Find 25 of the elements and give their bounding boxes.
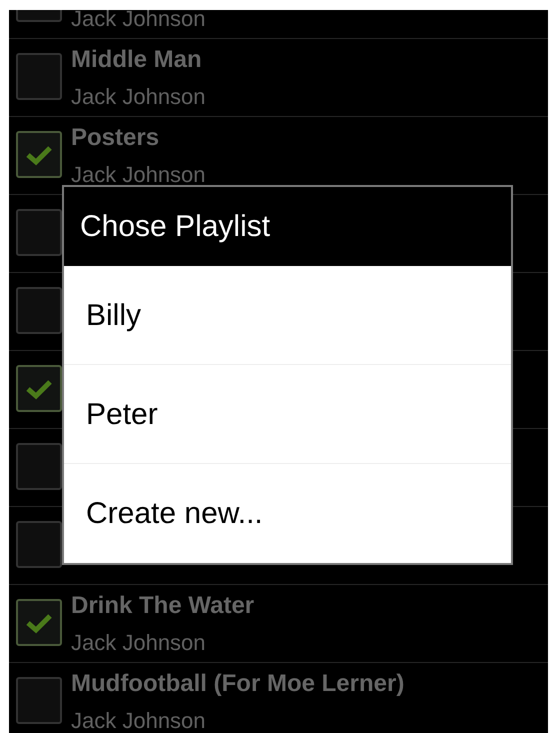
checkbox[interactable] bbox=[16, 521, 62, 568]
artist-name: Jack Johnson bbox=[71, 10, 206, 33]
song-title: Mudfootball (For Moe Lerner) bbox=[71, 670, 404, 697]
checkbox[interactable] bbox=[16, 599, 62, 646]
checkbox[interactable] bbox=[16, 131, 62, 178]
artist-name: Jack Johnson bbox=[71, 83, 206, 111]
checkbox[interactable] bbox=[16, 677, 62, 724]
playlist-option[interactable]: Create new... bbox=[64, 464, 511, 563]
dialog-title: Chose Playlist bbox=[80, 209, 270, 245]
song-title: Drink The Water bbox=[71, 592, 254, 619]
checkmark-icon bbox=[25, 378, 53, 400]
checkbox[interactable] bbox=[16, 209, 62, 256]
song-title: Middle Man bbox=[71, 46, 202, 73]
playlist-option[interactable]: Peter bbox=[64, 365, 511, 464]
checkbox[interactable] bbox=[16, 287, 62, 334]
artist-name: Jack Johnson bbox=[71, 707, 207, 733]
artist-name: Jack Johnson bbox=[71, 161, 206, 189]
checkmark-icon bbox=[25, 144, 53, 166]
checkbox[interactable] bbox=[16, 53, 62, 100]
checkbox[interactable] bbox=[16, 443, 62, 490]
checkmark-icon bbox=[25, 612, 53, 634]
song-title: Posters bbox=[71, 124, 160, 151]
playlist-option[interactable]: Billy bbox=[64, 266, 511, 365]
checkbox[interactable] bbox=[16, 365, 62, 412]
artist-name: Jack Johnson bbox=[71, 629, 207, 657]
